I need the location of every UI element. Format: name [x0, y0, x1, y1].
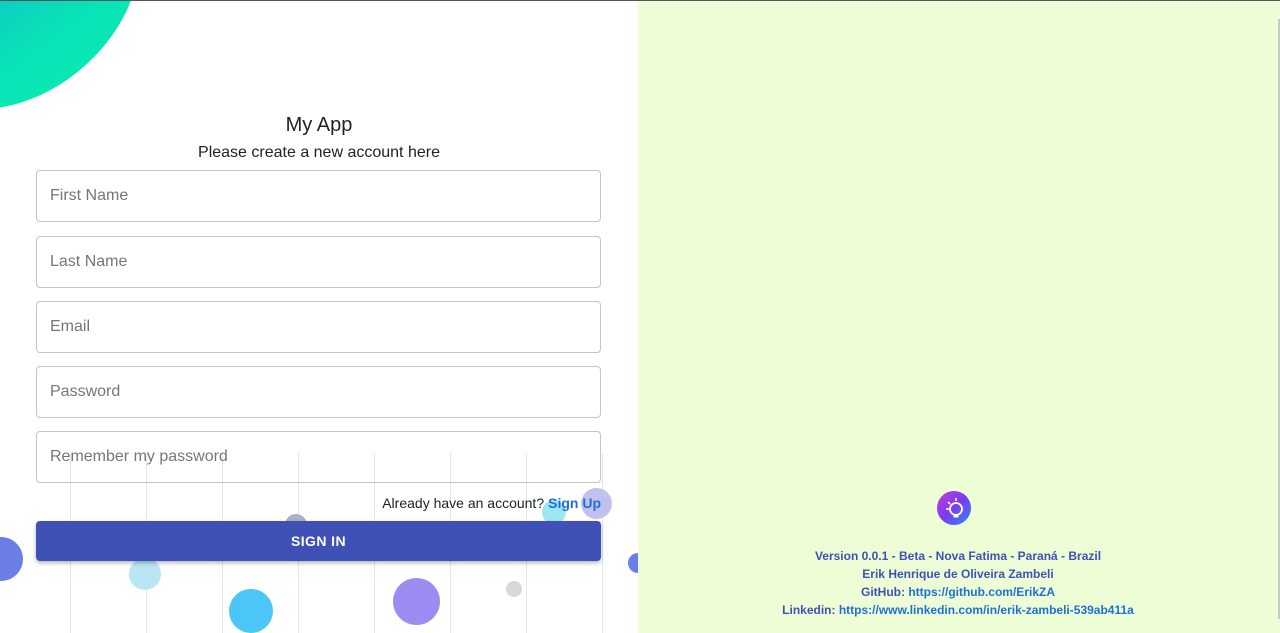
password-field	[36, 366, 601, 418]
decorative-bubble	[229, 589, 273, 633]
linkedin-link[interactable]: https://www.linkedin.com/in/erik-zambeli…	[839, 603, 1134, 617]
footer-info: Version 0.0.1 - Beta - Nova Fatima - Par…	[638, 547, 1278, 619]
page-subtitle: Please create a new account here	[198, 144, 440, 161]
lightbulb-icon	[937, 491, 971, 525]
last-name-input[interactable]	[37, 237, 600, 287]
decorative-bubble	[628, 553, 638, 573]
decorative-blob	[0, 1, 170, 109]
sign-in-button[interactable]: SIGN IN	[36, 521, 601, 561]
linkedin-label: Linkedin:	[782, 603, 836, 617]
github-row: GitHub: https://github.com/ErikZA	[638, 583, 1278, 601]
last-name-field	[36, 236, 601, 288]
first-name-input[interactable]	[37, 171, 600, 221]
password-input[interactable]	[37, 367, 600, 417]
signup-panel: My App Please create a new account here …	[0, 0, 638, 633]
grid-line	[602, 453, 603, 633]
remember-password-field	[36, 431, 601, 483]
email-field	[36, 301, 601, 353]
decorative-bubble	[506, 581, 522, 597]
author-name: Erik Henrique de Oliveira Zambeli	[862, 567, 1054, 581]
decorative-bubble	[393, 578, 440, 625]
info-panel: Version 0.0.1 - Beta - Nova Fatima - Par…	[638, 0, 1280, 633]
sign-up-link[interactable]: Sign Up	[548, 495, 601, 511]
already-account-text: Already have an account?	[382, 495, 545, 511]
already-account-row: Already have an account? Sign Up	[382, 495, 601, 511]
app-title: My App	[285, 114, 353, 136]
first-name-field	[36, 170, 601, 222]
email-input[interactable]	[37, 302, 600, 352]
version-text: Version 0.0.1 - Beta - Nova Fatima - Par…	[814, 549, 1102, 563]
github-label: GitHub:	[860, 585, 905, 599]
remember-password-input[interactable]	[37, 432, 600, 482]
decorative-bubble	[0, 537, 23, 581]
linkedin-row: Linkedin: https://www.linkedin.com/in/er…	[638, 601, 1278, 619]
decorative-bubble	[129, 558, 161, 590]
github-link[interactable]: https://github.com/ErikZA	[908, 585, 1055, 599]
